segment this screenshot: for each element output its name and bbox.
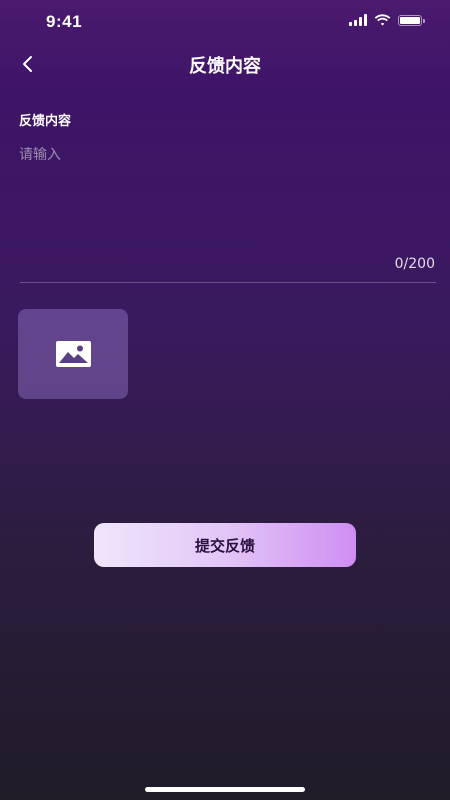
status-icons bbox=[349, 14, 425, 26]
feedback-content-label: 反馈内容 bbox=[19, 114, 72, 129]
status-time: 9:41 bbox=[46, 12, 83, 31]
status-bar: 9:41 bbox=[0, 0, 450, 44]
home-indicator bbox=[145, 787, 305, 792]
submit-feedback-button[interactable]: 提交反馈 bbox=[94, 523, 356, 567]
cellular-signal-icon bbox=[349, 14, 367, 26]
add-image-button[interactable] bbox=[18, 309, 128, 399]
wifi-icon bbox=[374, 14, 391, 26]
image-icon bbox=[55, 341, 91, 367]
navigation-bar: 反馈内容 bbox=[0, 44, 450, 84]
battery-icon bbox=[398, 14, 425, 26]
character-counter: 0/200 bbox=[394, 256, 435, 272]
page-title: 反馈内容 bbox=[189, 56, 261, 77]
feedback-input[interactable] bbox=[19, 140, 431, 254]
divider bbox=[20, 282, 436, 283]
